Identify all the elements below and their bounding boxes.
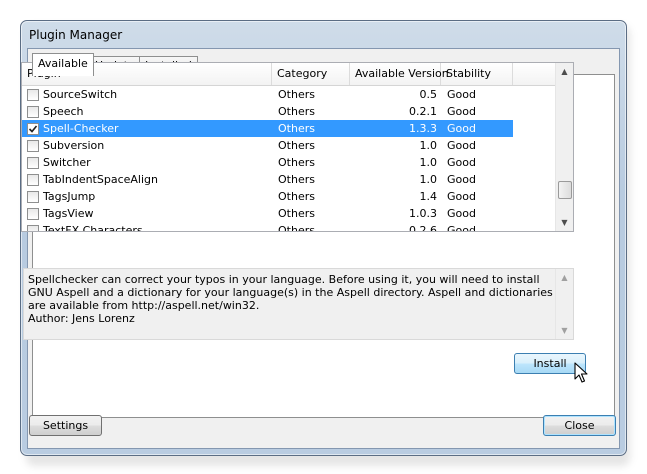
plugin-name: TagsJump: [43, 190, 96, 203]
plugin-category: Others: [278, 156, 315, 169]
checkbox[interactable]: [27, 157, 39, 169]
checkbox-checked[interactable]: [27, 123, 39, 135]
plugin-version: 0.5: [419, 88, 438, 101]
plugin-name: SourceSwitch: [43, 88, 118, 101]
plugin-stability: Good: [447, 190, 476, 203]
scroll-down-arrow-icon[interactable]: ▼: [556, 214, 573, 231]
close-button[interactable]: Close: [543, 415, 616, 436]
scroll-up-arrow-icon[interactable]: ▲: [556, 269, 573, 286]
plugin-name: Speech: [43, 105, 84, 118]
plugin-version: 1.3.3: [409, 122, 437, 135]
plugin-list[interactable]: Plugin Category Available Version Stabil…: [21, 62, 574, 232]
plugin-stability: Good: [447, 207, 476, 220]
list-row[interactable]: Switcher Others 1.0 Good: [22, 154, 513, 171]
plugin-category: Others: [278, 139, 315, 152]
column-header-stability[interactable]: Stability: [441, 63, 513, 85]
plugin-stability: Good: [447, 173, 476, 186]
checkbox[interactable]: [27, 174, 39, 186]
list-header: Plugin Category Available Version Stabil…: [22, 63, 556, 86]
plugin-version: 1.0: [419, 156, 438, 169]
list-row[interactable]: TextFX Characters Others 0.2.6 Good: [22, 222, 513, 232]
tab-available[interactable]: Available: [32, 53, 94, 76]
plugin-stability: Good: [447, 105, 476, 118]
mouse-pointer-icon: [574, 362, 588, 383]
checkbox[interactable]: [27, 89, 39, 101]
list-row[interactable]: Subversion Others 1.0 Good: [22, 137, 513, 154]
plugin-category: Others: [278, 224, 315, 232]
plugin-category: Others: [278, 105, 315, 118]
plugin-category: Others: [278, 207, 315, 220]
checkbox[interactable]: [27, 106, 39, 118]
scroll-down-arrow-icon[interactable]: ▼: [556, 322, 573, 339]
list-row[interactable]: Speech Others 0.2.1 Good: [22, 103, 513, 120]
list-row[interactable]: SourceSwitch Others 0.5 Good: [22, 86, 513, 103]
plugin-stability: Good: [447, 224, 476, 232]
plugin-name: TextFX Characters: [43, 224, 143, 232]
plugin-stability: Good: [447, 88, 476, 101]
description-scrollbar[interactable]: ▲ ▼: [555, 269, 573, 339]
scrollbar-thumb[interactable]: [558, 181, 572, 199]
plugin-category: Others: [278, 190, 315, 203]
plugin-name: Switcher: [43, 156, 91, 169]
checkbox[interactable]: [27, 140, 39, 152]
checkbox[interactable]: [27, 225, 39, 231]
list-row[interactable]: TagsView Others 1.0.3 Good: [22, 205, 513, 222]
plugin-name: TabIndentSpaceAlign: [43, 173, 158, 186]
scroll-up-arrow-icon[interactable]: ▲: [556, 63, 573, 80]
plugin-category: Others: [278, 173, 315, 186]
list-vertical-scrollbar[interactable]: ▲ ▼: [555, 63, 573, 231]
checkmark-icon: [28, 125, 38, 133]
title-bar[interactable]: Plugin Manager: [21, 21, 626, 51]
plugin-version: 1.4: [419, 190, 438, 203]
plugin-description-text: Spellchecker can correct your typos in y…: [28, 273, 553, 325]
plugin-version: 0.2.6: [409, 224, 437, 232]
list-row-selected[interactable]: Spell-Checker Others 1.3.3 Good: [22, 120, 513, 137]
plugin-category: Others: [278, 122, 315, 135]
plugin-version: 1.0: [419, 173, 438, 186]
window-title: Plugin Manager: [29, 28, 123, 42]
plugin-version: 1.0.3: [409, 207, 437, 220]
plugin-name: Subversion: [43, 139, 105, 152]
plugin-stability: Good: [447, 139, 476, 152]
plugin-category: Others: [278, 88, 315, 101]
plugin-stability: Good: [447, 122, 476, 135]
plugin-version: 0.2.1: [409, 105, 437, 118]
plugin-description-box[interactable]: Spellchecker can correct your typos in y…: [23, 268, 574, 340]
settings-button[interactable]: Settings: [29, 415, 102, 436]
checkbox[interactable]: [27, 191, 39, 203]
column-header-available-version[interactable]: Available Version: [350, 63, 449, 85]
plugin-version: 1.0: [419, 139, 438, 152]
plugin-name: Spell-Checker: [43, 122, 119, 135]
plugin-name: TagsView: [43, 207, 94, 220]
column-header-category[interactable]: Category: [272, 63, 350, 85]
checkbox[interactable]: [27, 208, 39, 220]
plugin-stability: Good: [447, 156, 476, 169]
list-row[interactable]: TabIndentSpaceAlign Others 1.0 Good: [22, 171, 513, 188]
list-row[interactable]: TagsJump Others 1.4 Good: [22, 188, 513, 205]
